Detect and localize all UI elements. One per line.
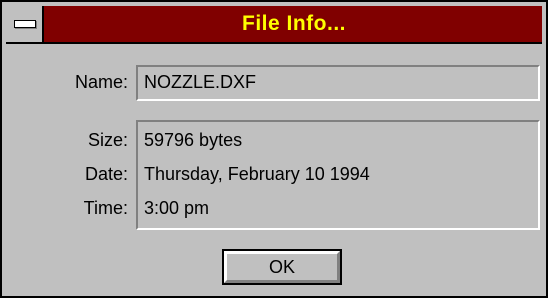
- system-menu-button[interactable]: [6, 6, 44, 42]
- system-menu-icon: [14, 20, 36, 28]
- time-label: Time:: [83, 198, 128, 218]
- ok-button-label: OK: [224, 251, 340, 283]
- name-value: NOZZLE.DXF: [144, 72, 257, 92]
- title-bar[interactable]: File Info...: [6, 6, 542, 44]
- size-value: 59796 bytes: [144, 130, 243, 150]
- size-label: Size:: [87, 130, 128, 150]
- file-info-dialog: File Info... Name: NOZZLE.DXF Size: 5979…: [0, 0, 548, 298]
- date-value: Thursday, February 10 1994: [144, 164, 370, 184]
- dialog-title: File Info...: [242, 12, 346, 35]
- time-value: 3:00 pm: [144, 198, 210, 218]
- date-label: Date:: [84, 164, 128, 184]
- ok-button[interactable]: OK: [222, 249, 342, 285]
- name-label: Name:: [74, 72, 128, 92]
